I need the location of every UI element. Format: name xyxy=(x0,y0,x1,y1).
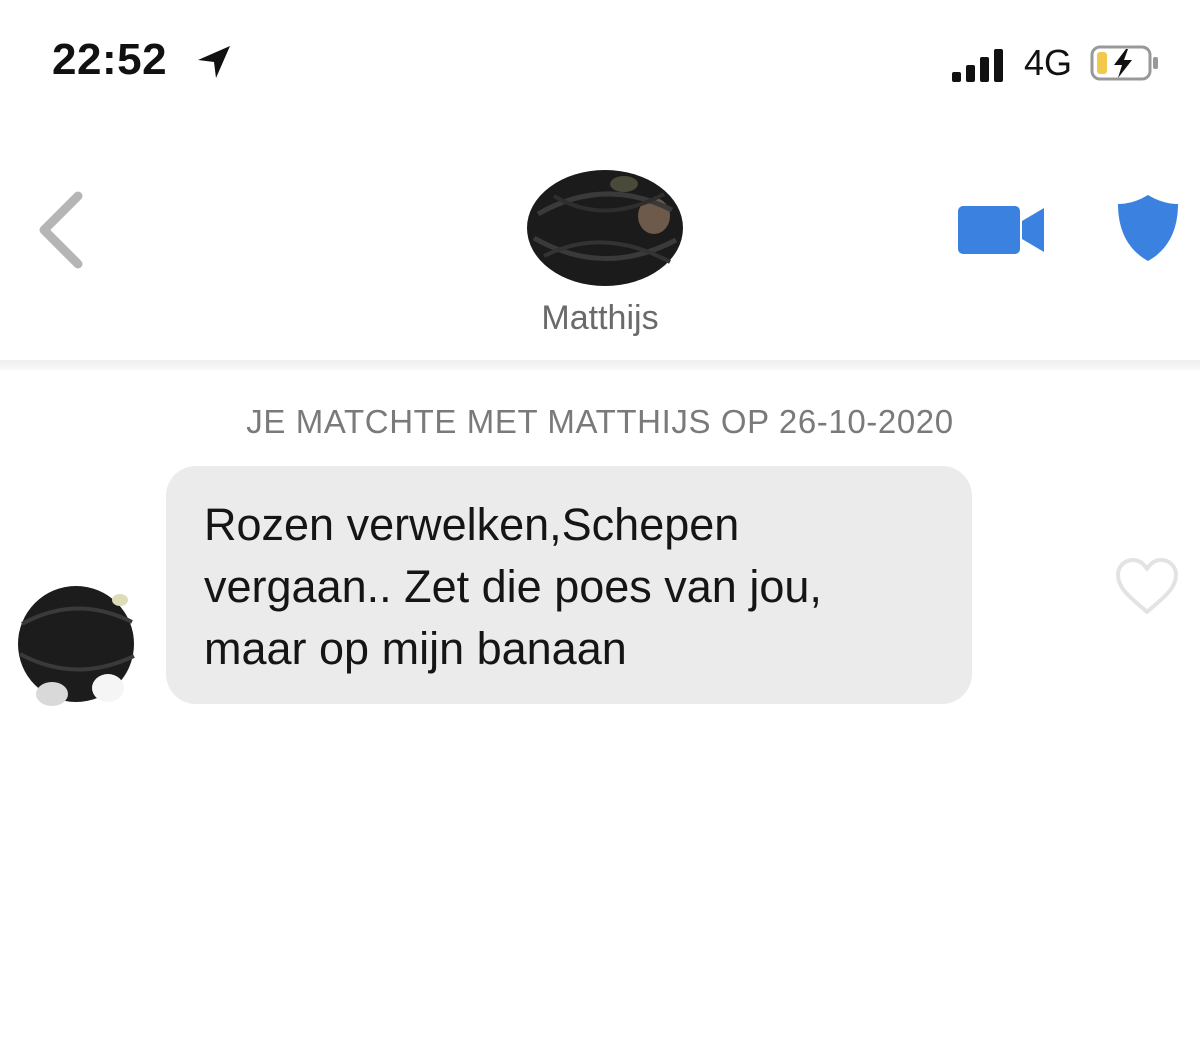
header-divider xyxy=(0,360,1200,370)
safety-shield-icon[interactable] xyxy=(1116,193,1180,263)
signal-icon xyxy=(952,49,1003,82)
back-chevron-icon[interactable] xyxy=(34,190,90,270)
heart-like-icon[interactable] xyxy=(1114,556,1180,616)
message-text-line: Rozen verwelken,Schepen xyxy=(204,499,740,550)
match-name[interactable]: Matthijs xyxy=(0,299,1200,337)
status-time: 22:52 xyxy=(52,35,168,84)
chat-screen: 22:52 4G Matthijs JE MATCHTE MET MATTHIJ… xyxy=(0,0,1200,1042)
message-text-line: vergaan.. Zet die poes van jou, xyxy=(204,561,822,612)
battery-charging-icon xyxy=(1090,45,1158,81)
avatar[interactable] xyxy=(524,166,686,290)
message-sender-avatar[interactable] xyxy=(16,584,138,710)
location-arrow-icon xyxy=(198,46,230,78)
message-text-line: maar op mijn banaan xyxy=(204,623,627,674)
message-bubble[interactable]: Rozen verwelken,Schepen vergaan.. Zet di… xyxy=(166,466,972,704)
network-type-label: 4G xyxy=(1024,42,1073,83)
video-call-icon[interactable] xyxy=(958,204,1048,256)
match-date-banner: JE MATCHTE MET MATTHIJS OP 26-10-2020 xyxy=(246,403,954,440)
